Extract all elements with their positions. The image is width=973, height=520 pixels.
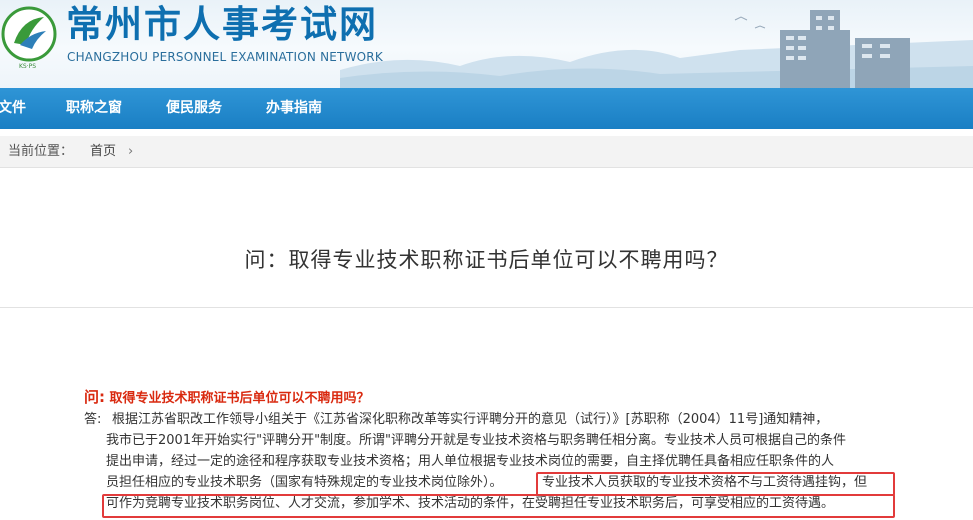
question-text: 取得专业技术职称证书后单位可以不聘用吗？ <box>109 391 370 406</box>
chevron-right-icon: › <box>128 144 134 159</box>
logo-icon[interactable] <box>0 5 58 63</box>
site-subtitle: CHANGZHOU PERSONNEL EXAMINATION NETWORK <box>67 50 383 64</box>
breadcrumb: 当前位置： 首页 › <box>0 136 973 168</box>
article-title: 问：取得专业技术职称证书后单位可以不聘用吗？ <box>244 248 729 272</box>
title-divider <box>0 307 973 308</box>
breadcrumb-label: 当前位置： <box>8 144 74 159</box>
question-line: 问: 取得专业技术职称证书后单位可以不聘用吗？ <box>84 386 370 407</box>
highlight-box-bottom <box>102 494 895 518</box>
site-header: KS·PS 常州市人事考试网 CHANGZHOU PERSONNEL EXAMI… <box>0 0 973 88</box>
question-prefix: 问: <box>84 388 105 406</box>
nav-item-documents[interactable]: 文件 <box>0 88 26 129</box>
highlight-box-top <box>536 472 895 496</box>
breadcrumb-home-link[interactable]: 首页 <box>90 136 116 168</box>
main-nav: 文件 职称之窗 便民服务 办事指南 <box>0 88 973 129</box>
banner-scenery <box>340 10 973 88</box>
answer-prefix: 答: <box>84 412 102 427</box>
site-title[interactable]: 常州市人事考试网 <box>66 2 378 46</box>
answer-line: 根据江苏省职改工作领导小组关于《江苏省深化职称改革等实行评聘分开的意见（试行）》… <box>112 412 829 427</box>
answer-line: 我市已于2001年开始实行"评聘分开"制度。所谓"评聘分开就是专业技术资格与职务… <box>106 433 847 448</box>
nav-item-title-window[interactable]: 职称之窗 <box>66 88 122 129</box>
logo-text: KS·PS <box>19 63 37 70</box>
answer-line: 员担任相应的专业技术职务（国家有特殊规定的专业技术岗位除外）。 <box>106 475 503 490</box>
nav-item-public-service[interactable]: 便民服务 <box>166 88 222 129</box>
nav-item-guide[interactable]: 办事指南 <box>266 88 322 129</box>
answer-line: 提出申请，经过一定的途径和程序获取专业技术资格；用人单位根据专业技术岗位的需要，… <box>106 454 835 469</box>
